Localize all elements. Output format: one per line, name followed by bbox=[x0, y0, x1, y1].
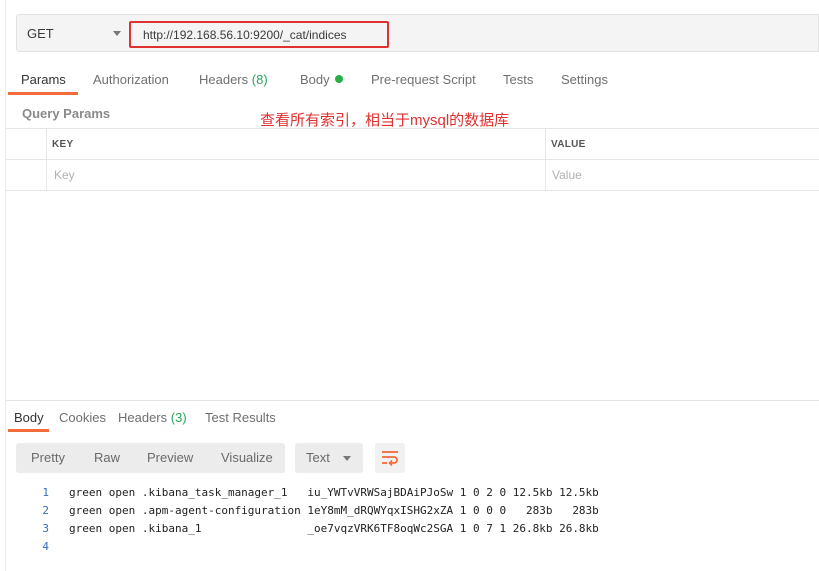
visualize-button[interactable]: Visualize bbox=[221, 450, 273, 465]
tab-label: Params bbox=[21, 72, 66, 87]
table-divider bbox=[6, 190, 819, 191]
postman-request-window: GET http://192.168.56.10:9200/_cat/indic… bbox=[0, 0, 819, 571]
tab-label: Tests bbox=[503, 72, 534, 87]
code-line: 4 bbox=[0, 538, 819, 556]
tab-response-body[interactable]: Body bbox=[14, 410, 44, 425]
tab-response-headers[interactable]: Headers (3) bbox=[118, 410, 187, 425]
method-select[interactable]: GET bbox=[17, 15, 129, 51]
preview-button[interactable]: Preview bbox=[147, 450, 193, 465]
tab-cookies[interactable]: Cookies bbox=[59, 410, 106, 425]
chevron-down-icon bbox=[343, 456, 351, 461]
tab-pre-request-script[interactable]: Pre-request Script bbox=[371, 72, 476, 87]
body-indicator-dot-icon bbox=[334, 75, 343, 83]
response-divider bbox=[6, 400, 819, 401]
wrap-lines-icon bbox=[382, 451, 398, 466]
tab-authorization[interactable]: Authorization bbox=[93, 72, 169, 87]
wrap-lines-button[interactable] bbox=[375, 443, 405, 473]
tab-label: Headers bbox=[199, 72, 249, 87]
line-number: 2 bbox=[42, 504, 49, 517]
method-label: GET bbox=[27, 26, 54, 41]
key-column-header: KEY bbox=[52, 139, 74, 150]
format-select-label: Text bbox=[306, 450, 330, 465]
tab-label: Pre-request Script bbox=[371, 72, 476, 87]
view-mode-group: Pretty Raw Preview Visualize bbox=[16, 443, 285, 473]
tab-params[interactable]: Params bbox=[21, 72, 66, 87]
code-line: 1 green open .kibana_task_manager_1 iu_Y… bbox=[0, 484, 819, 502]
response-headers-count: (3) bbox=[170, 410, 187, 425]
pretty-button[interactable]: Pretty bbox=[31, 450, 65, 465]
tab-label: Body bbox=[300, 72, 330, 87]
tab-settings[interactable]: Settings bbox=[561, 72, 608, 87]
line-content: green open .kibana_task_manager_1 iu_YWT… bbox=[69, 486, 599, 499]
response-body[interactable]: 1 green open .kibana_task_manager_1 iu_Y… bbox=[0, 484, 819, 556]
active-response-tab-indicator bbox=[8, 429, 49, 432]
tab-label: Cookies bbox=[59, 410, 106, 425]
line-number: 4 bbox=[42, 540, 49, 553]
table-divider bbox=[46, 128, 47, 190]
annotation-text: 查看所有索引，相当于mysql的数据库 bbox=[260, 112, 510, 129]
tab-label: Test Results bbox=[205, 410, 276, 425]
code-line: 2 green open .apm-agent-configuration 1e… bbox=[0, 502, 819, 520]
value-column-header: VALUE bbox=[551, 139, 586, 150]
tab-label: Authorization bbox=[93, 72, 169, 87]
request-bar: GET http://192.168.56.10:9200/_cat/indic… bbox=[16, 14, 819, 52]
response-tabs: Body Cookies Headers (3) Test Results bbox=[6, 404, 819, 434]
table-divider bbox=[545, 128, 546, 190]
url-text: http://192.168.56.10:9200/_cat/indices bbox=[143, 28, 347, 42]
tab-label: Body bbox=[14, 410, 44, 425]
tab-body[interactable]: Body bbox=[300, 72, 343, 87]
code-line: 3 green open .kibana_1 _oe7vqzVRK6TF8oqW… bbox=[0, 520, 819, 538]
value-input[interactable]: Value bbox=[552, 168, 582, 182]
tab-headers[interactable]: Headers (8) bbox=[199, 72, 268, 87]
request-tabs: Params Authorization Headers (8) Body Pr… bbox=[6, 64, 819, 96]
line-number: 1 bbox=[42, 486, 49, 499]
raw-button[interactable]: Raw bbox=[94, 450, 120, 465]
key-input[interactable]: Key bbox=[54, 168, 75, 182]
tab-label: Headers bbox=[118, 410, 168, 425]
active-tab-indicator bbox=[8, 92, 78, 95]
table-divider bbox=[6, 128, 819, 129]
line-number: 3 bbox=[42, 522, 49, 535]
line-content: green open .apm-agent-configuration 1eY8… bbox=[69, 504, 599, 517]
line-content: green open .kibana_1 _oe7vqzVRK6TF8oqWc2… bbox=[69, 522, 599, 535]
tab-label: Settings bbox=[561, 72, 608, 87]
query-params-title: Query Params bbox=[22, 106, 111, 121]
headers-count: (8) bbox=[251, 72, 268, 87]
url-input[interactable]: http://192.168.56.10:9200/_cat/indices bbox=[129, 21, 389, 48]
chevron-down-icon bbox=[113, 31, 121, 36]
format-select[interactable]: Text bbox=[295, 443, 363, 473]
query-params-table: KEY VALUE Key Value bbox=[6, 128, 819, 191]
tab-tests[interactable]: Tests bbox=[503, 72, 533, 87]
tab-test-results[interactable]: Test Results bbox=[205, 410, 276, 425]
table-divider bbox=[6, 159, 819, 160]
